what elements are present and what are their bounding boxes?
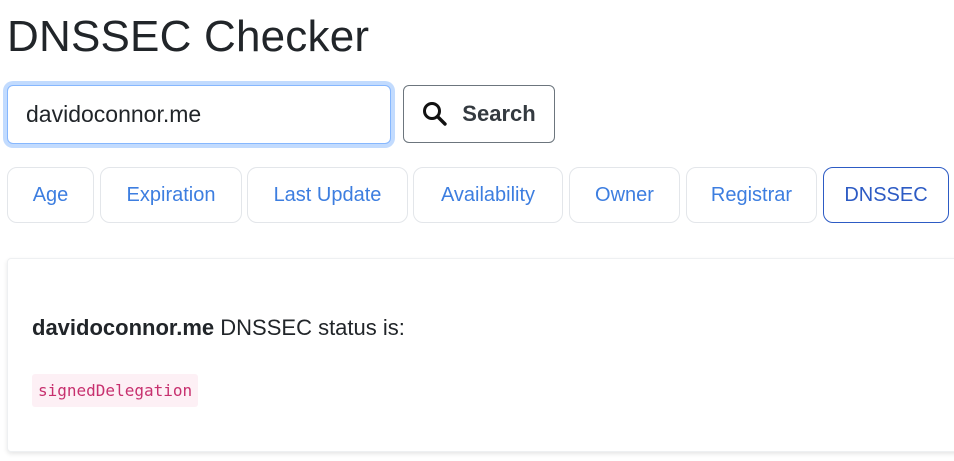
status-text: DNSSEC status is: — [214, 315, 405, 340]
dnssec-status-value: signedDelegation — [32, 374, 199, 407]
result-card: davidoconnor.me DNSSEC status is: signed… — [7, 258, 954, 452]
tab-owner[interactable]: Owner — [569, 167, 680, 223]
search-button-label: Search — [462, 101, 536, 126]
search-button[interactable]: Search — [403, 85, 555, 143]
page-title: DNSSEC Checker — [7, 12, 370, 61]
search-icon — [422, 101, 448, 127]
domain-search-input[interactable] — [7, 85, 391, 144]
tab-registrar[interactable]: Registrar — [686, 167, 817, 223]
tab-last-update[interactable]: Last Update — [247, 167, 408, 223]
status-message: davidoconnor.me DNSSEC status is: — [32, 315, 405, 341]
page: DNSSEC Checker Search Age Expiration Las… — [0, 0, 954, 461]
tab-age[interactable]: Age — [7, 167, 94, 223]
result-domain: davidoconnor.me — [32, 315, 215, 340]
tab-dnssec[interactable]: DNSSEC — [823, 167, 949, 223]
tab-expiration[interactable]: Expiration — [100, 167, 242, 223]
tab-availability[interactable]: Availability — [413, 167, 563, 223]
